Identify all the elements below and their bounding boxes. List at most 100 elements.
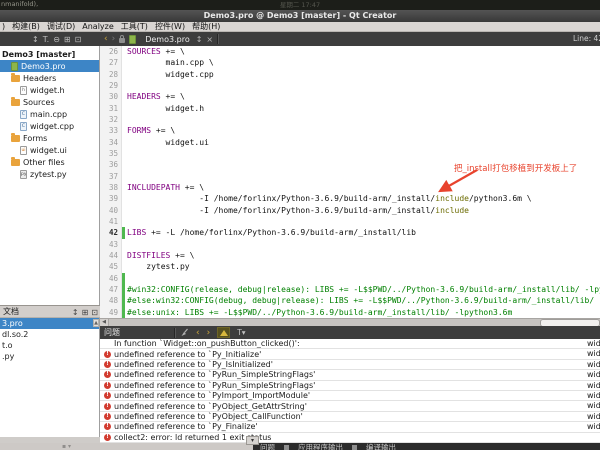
output-pane-item[interactable]: 应用程序输出 bbox=[298, 443, 343, 450]
issue-row-2[interactable]: !undefined reference to `Py_IsInitialize… bbox=[100, 360, 600, 370]
line-number[interactable]: 42 bbox=[100, 227, 122, 238]
issue-row-0[interactable]: In function `Widget::on_pushButton_click… bbox=[100, 339, 600, 349]
previous-item-icon[interactable]: ‹ bbox=[196, 328, 200, 338]
code-line-38[interactable]: 38INCLUDEPATH += \ bbox=[100, 182, 600, 193]
menu-item-d[interactable]: 调试(D) bbox=[47, 22, 75, 31]
issue-row-1[interactable]: !undefined reference to `Py_Initialize'w… bbox=[100, 349, 600, 359]
line-number[interactable]: 48 bbox=[100, 295, 122, 306]
line-number[interactable]: 37 bbox=[100, 171, 122, 182]
code-line-27[interactable]: 27 main.cpp \ bbox=[100, 57, 600, 68]
docs-split-icon[interactable]: ⊞ bbox=[82, 307, 89, 318]
code-line-40[interactable]: 40 -I /home/forlinx/Python-3.6.9/build-a… bbox=[100, 205, 600, 216]
category-filter-icon[interactable]: T▾ bbox=[237, 328, 245, 337]
line-number[interactable]: 46 bbox=[100, 273, 122, 284]
issue-row-8[interactable]: !undefined reference to `Py_Finalize'wid… bbox=[100, 422, 600, 432]
close-document-icon[interactable]: × bbox=[206, 35, 213, 44]
line-number[interactable]: 29 bbox=[100, 80, 122, 91]
issue-row-3[interactable]: !undefined reference to `PyRun_SimpleStr… bbox=[100, 370, 600, 380]
issue-row-9[interactable]: !collect2: error: ld returned 1 exit sta… bbox=[100, 433, 600, 443]
code-line-33[interactable]: 33FORMS += \ bbox=[100, 125, 600, 136]
code-line-49[interactable]: 49#else:unix: LIBS += -L$$PWD/../Python-… bbox=[100, 307, 600, 318]
editor-tab-label[interactable]: Demo3.pro bbox=[143, 35, 192, 44]
code-line-42[interactable]: 42LIBS += -L /home/forlinx/Python-3.6.9/… bbox=[100, 227, 600, 238]
line-number[interactable]: 26 bbox=[100, 46, 122, 57]
issues-panel-title[interactable]: 问题 bbox=[100, 327, 174, 338]
issue-row-4[interactable]: !undefined reference to `PyRun_SimpleStr… bbox=[100, 381, 600, 391]
sidebar-sync-icon[interactable]: ⊖ bbox=[53, 35, 60, 44]
line-number[interactable]: 36 bbox=[100, 159, 122, 170]
clean-icon[interactable] bbox=[180, 328, 189, 337]
next-item-icon[interactable]: › bbox=[207, 328, 211, 338]
tree-item-headers[interactable]: Headers bbox=[0, 72, 99, 84]
menu-item-analyze[interactable]: Analyze bbox=[82, 22, 114, 31]
sidebar-close-icon[interactable]: ⊡ bbox=[75, 35, 82, 44]
code-line-45[interactable]: 45 zytest.py bbox=[100, 261, 600, 272]
line-number[interactable]: 31 bbox=[100, 103, 122, 114]
line-number[interactable]: 47 bbox=[100, 284, 122, 295]
sidebar-split-icon[interactable]: ↕ bbox=[32, 35, 39, 44]
line-number[interactable]: 41 bbox=[100, 216, 122, 227]
menu-item-t[interactable]: 工具(T) bbox=[121, 22, 148, 31]
docs-scroll-up-icon[interactable]: ▲ bbox=[93, 319, 99, 327]
line-number[interactable]: 44 bbox=[100, 250, 122, 261]
go-forward-icon[interactable]: › bbox=[112, 34, 116, 44]
tree-item-widget-ui[interactable]: uiwidget.ui bbox=[0, 144, 99, 156]
line-number[interactable]: 38 bbox=[100, 182, 122, 193]
code-line-28[interactable]: 28 widget.cpp bbox=[100, 69, 600, 80]
tree-item-sources[interactable]: Sources bbox=[0, 96, 99, 108]
window-titlebar[interactable]: Demo3.pro @ Demo3 [master] - Qt Creator bbox=[0, 10, 600, 22]
code-editor[interactable]: 26SOURCES += \27 main.cpp \28 widget.cpp… bbox=[100, 46, 600, 318]
tree-item-main-cpp[interactable]: Cmain.cpp bbox=[0, 108, 99, 120]
sidebar-filter-icon[interactable]: T. bbox=[43, 35, 49, 44]
menu-item-w[interactable]: 控件(W) bbox=[155, 22, 185, 31]
line-number[interactable]: 39 bbox=[100, 193, 122, 204]
code-line-31[interactable]: 31 widget.h bbox=[100, 103, 600, 114]
issue-row-5[interactable]: !undefined reference to `PyImport_Import… bbox=[100, 391, 600, 401]
code-line-30[interactable]: 30HEADERS += \ bbox=[100, 91, 600, 102]
output-pane-expander[interactable]: ▾ bbox=[246, 436, 259, 445]
document-dropdown-icon[interactable]: ↕ bbox=[196, 35, 203, 44]
output-pane-item[interactable]: 编译输出 bbox=[366, 443, 396, 450]
code-line-32[interactable]: 32 bbox=[100, 114, 600, 125]
menu-item-h[interactable]: 帮助(H) bbox=[192, 22, 220, 31]
tree-item-demo3-pro[interactable]: Demo3.pro bbox=[0, 60, 99, 72]
code-line-41[interactable]: 41 bbox=[100, 216, 600, 227]
code-line-44[interactable]: 44DISTFILES += \ bbox=[100, 250, 600, 261]
tree-item-zytest-py[interactable]: pyzytest.py bbox=[0, 168, 99, 180]
docs-close-icon[interactable]: ⊡ bbox=[91, 307, 98, 318]
line-number[interactable]: 35 bbox=[100, 148, 122, 159]
code-line-39[interactable]: 39 -I /home/forlinx/Python-3.6.9/build-a… bbox=[100, 193, 600, 204]
line-number[interactable]: 40 bbox=[100, 205, 122, 216]
docs-sort-icon[interactable]: ↕ bbox=[72, 307, 79, 318]
code-line-29[interactable]: 29 bbox=[100, 80, 600, 91]
menu-item-b[interactable]: 构建(B) bbox=[12, 22, 40, 31]
sidebar-add-icon[interactable]: ⊞ bbox=[64, 35, 71, 44]
code-line-47[interactable]: 47#win32:CONFIG(release, debug|release):… bbox=[100, 284, 600, 295]
line-number[interactable]: 27 bbox=[100, 57, 122, 68]
line-number[interactable]: 28 bbox=[100, 69, 122, 80]
line-number[interactable]: 45 bbox=[100, 261, 122, 272]
output-pane-item[interactable]: 问题 bbox=[260, 443, 275, 450]
code-line-43[interactable]: 43 bbox=[100, 239, 600, 250]
code-line-48[interactable]: 48#else:win32:CONFIG(debug, debug|releas… bbox=[100, 295, 600, 306]
code-line-26[interactable]: 26SOURCES += \ bbox=[100, 46, 600, 57]
open-doc-t-o[interactable]: t.o bbox=[0, 340, 99, 351]
menu-item-item[interactable]: ) bbox=[2, 22, 5, 31]
open-doc-py[interactable]: .py bbox=[0, 351, 99, 362]
tree-item-other-files[interactable]: Other files bbox=[0, 156, 99, 168]
open-doc-3-pro[interactable]: 3.pro bbox=[0, 318, 99, 329]
code-line-34[interactable]: 34 widget.ui bbox=[100, 137, 600, 148]
editor-horizontal-scrollbar[interactable]: ◀ bbox=[100, 318, 600, 326]
tree-item-forms[interactable]: Forms bbox=[0, 132, 99, 144]
code-line-46[interactable]: 46 bbox=[100, 273, 600, 284]
open-doc-dl-so-2[interactable]: dl.so.2 bbox=[0, 329, 99, 340]
issue-row-7[interactable]: !undefined reference to `PyObject_CallFu… bbox=[100, 412, 600, 422]
line-number[interactable]: 43 bbox=[100, 239, 122, 250]
tree-item-widget-h[interactable]: hwidget.h bbox=[0, 84, 99, 96]
line-number[interactable]: 32 bbox=[100, 114, 122, 125]
code-line-35[interactable]: 35 bbox=[100, 148, 600, 159]
line-number[interactable]: 49 bbox=[100, 307, 122, 318]
issue-row-6[interactable]: !undefined reference to `PyObject_GetAtt… bbox=[100, 401, 600, 411]
tree-item-demo3-master[interactable]: Demo3 [master] bbox=[0, 48, 99, 60]
line-number[interactable]: 34 bbox=[100, 137, 122, 148]
